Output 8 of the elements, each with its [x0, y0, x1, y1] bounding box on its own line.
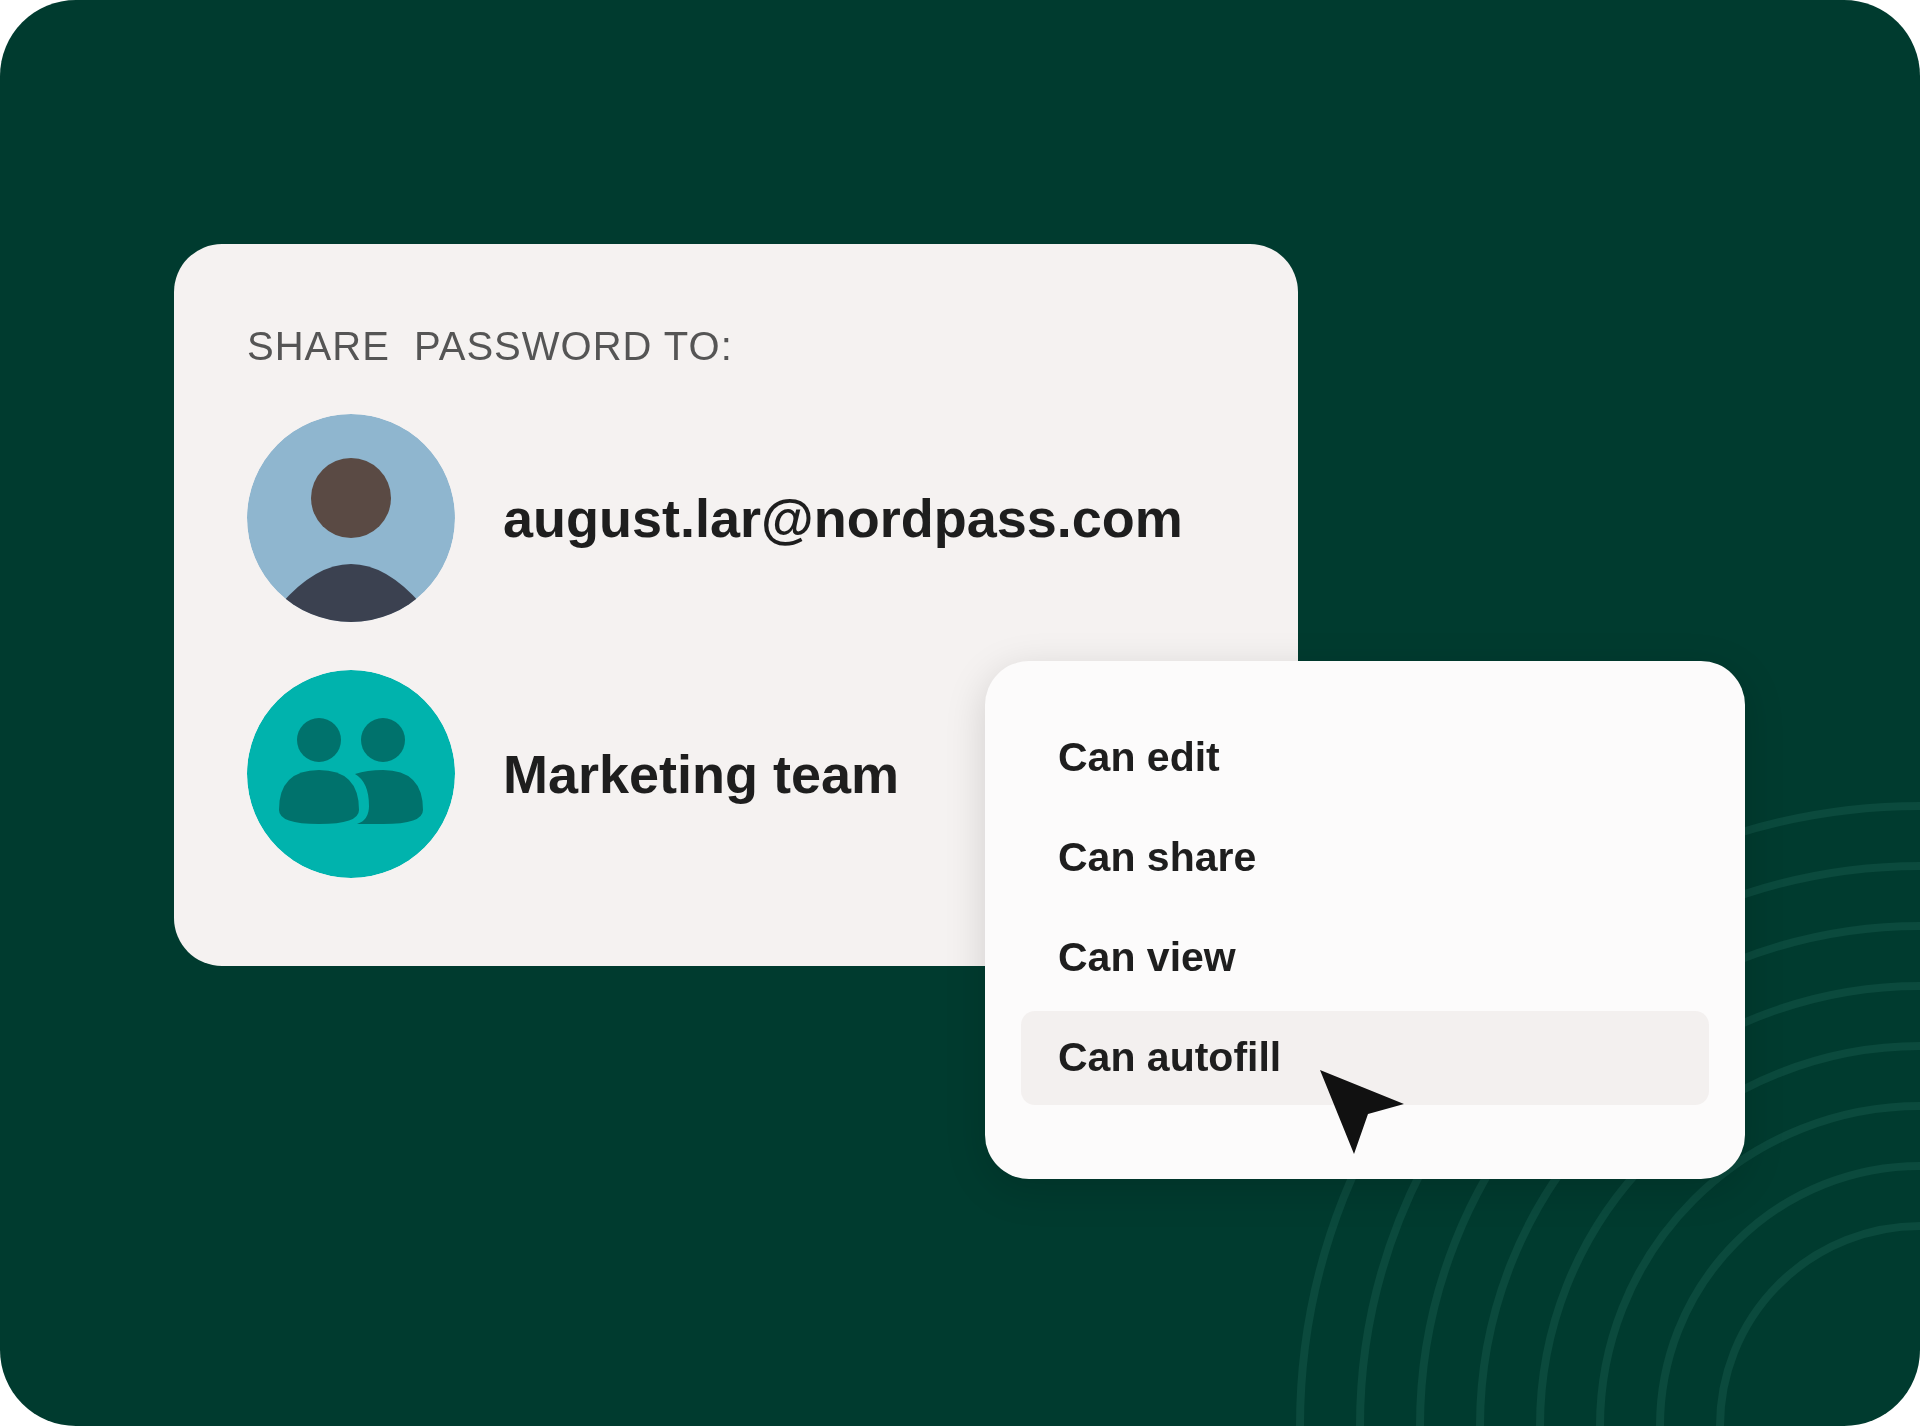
group-icon: [247, 670, 455, 878]
menu-item[interactable]: Can share: [1021, 811, 1709, 905]
menu-item[interactable]: Can edit: [1021, 711, 1709, 805]
menu-item[interactable]: Can view: [1021, 911, 1709, 1005]
recipient-name: Marketing team: [503, 742, 900, 806]
recipient-name: august.lar@nordpass.com: [503, 486, 1183, 550]
menu-item[interactable]: Can autofill: [1021, 1011, 1709, 1105]
share-title: SHARE PASSWORD TO:: [247, 324, 734, 368]
